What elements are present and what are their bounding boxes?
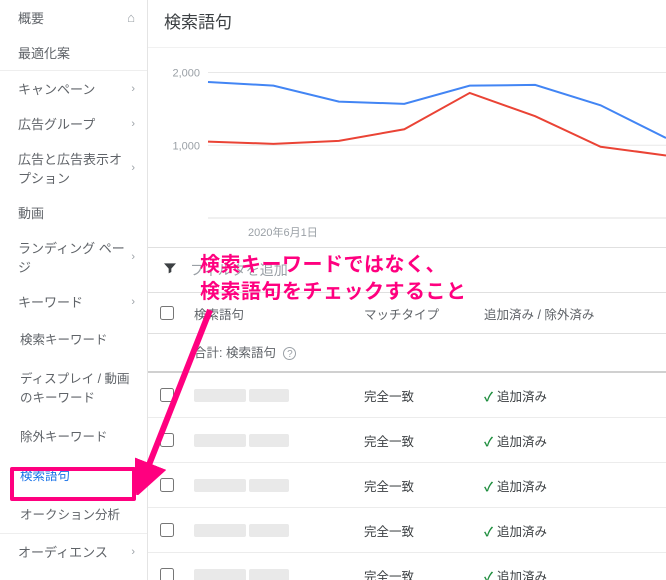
chevron-right-icon: › [131,162,135,174]
row-checkbox[interactable] [160,433,174,447]
sidebar-item-label: オーディエンス [18,542,108,561]
table-row: 完全一致✓追加済み [148,418,666,463]
check-icon: ✓ [484,435,493,449]
sidebar-item-label: ランディング ページ [18,238,131,276]
sidebar-subitem[interactable]: 除外キーワード [0,416,147,455]
sidebar-subitem[interactable]: ディスプレイ / 動画のキーワード [0,358,147,416]
term-cell [186,553,356,580]
match-cell: 完全一致 [356,372,476,418]
match-cell: 完全一致 [356,553,476,580]
check-icon: ✓ [484,570,493,580]
svg-text:2020年6月1日: 2020年6月1日 [248,225,318,239]
sidebar-item-label: キャンペーン [18,79,95,98]
status-cell: ✓追加済み [476,418,666,463]
check-icon: ✓ [484,525,493,539]
table-row: 完全一致✓追加済み [148,372,666,418]
sidebar-item[interactable]: 動画 [0,195,147,230]
chart: 1,000 2,000 2020年6月1日 [148,47,666,247]
help-icon[interactable]: ? [283,347,296,360]
chevron-right-icon: › [131,546,135,558]
table-row: 完全一致✓追加済み [148,508,666,553]
status-cell: ✓追加済み [476,463,666,508]
term-cell [186,463,356,508]
sidebar-item[interactable]: ランディング ページ› [0,230,147,284]
sidebar-item[interactable]: キャンペーン › [0,71,147,106]
sidebar-item-label: 広告グループ [18,114,95,133]
chevron-right-icon: › [131,251,135,263]
row-checkbox[interactable] [160,388,174,402]
check-icon: ✓ [484,390,493,404]
sidebar-item-label: キーワード [18,292,83,311]
match-cell: 完全一致 [356,418,476,463]
row-checkbox[interactable] [160,478,174,492]
add-filter-button[interactable]: フィルタを追加 [184,260,288,280]
status-cell: ✓追加済み [476,508,666,553]
term-cell [186,372,356,418]
col-header-match[interactable]: マッチタイプ [356,293,476,334]
chevron-right-icon: › [131,296,135,308]
row-checkbox[interactable] [160,523,174,537]
col-header-status[interactable]: 追加済み / 除外済み [476,293,666,334]
row-checkbox[interactable] [160,568,174,580]
sidebar-item[interactable]: 広告グループ › [0,106,147,141]
filter-bar: フィルタを追加 [148,247,666,293]
home-icon: ⌂ [127,10,135,25]
sidebar-item-label: 最適化案 [18,43,70,62]
match-cell: 完全一致 [356,463,476,508]
check-icon: ✓ [484,480,493,494]
total-label: 合計: 検索語句 [194,346,276,360]
results-table: 検索語句 マッチタイプ 追加済み / 除外済み 合計: 検索語句 ? 完全一致✓… [148,293,666,580]
sidebar-item[interactable]: 最適化案 [0,35,147,70]
svg-text:2,000: 2,000 [172,68,200,80]
term-cell [186,508,356,553]
sidebar-subitem[interactable]: 検索語句 [0,455,147,494]
select-all-checkbox[interactable] [160,306,174,320]
term-cell [186,418,356,463]
sidebar-item-label: 概要 [18,8,44,27]
sidebar-item[interactable]: 広告と広告表示オプション› [0,141,147,195]
match-cell: 完全一致 [356,508,476,553]
sidebar-item[interactable]: オーディエンス › [0,534,147,569]
sidebar-item-label: 動画 [18,203,44,222]
sidebar-item[interactable]: 概要 ⌂ [0,0,147,35]
chevron-right-icon: › [131,83,135,95]
col-header-term[interactable]: 検索語句 [186,293,356,334]
sidebar-subitem[interactable]: オークション分析 [0,494,147,533]
filter-icon[interactable] [156,260,184,281]
sidebar-item[interactable]: キーワード › [0,284,147,319]
sidebar: 概要⌂最適化案キャンペーン›広告グループ›広告と広告表示オプション›動画ランディ… [0,0,148,580]
svg-text:1,000: 1,000 [172,140,200,152]
status-cell: ✓追加済み [476,553,666,580]
status-cell: ✓追加済み [476,372,666,418]
sidebar-subitem[interactable]: 検索キーワード [0,319,147,358]
main: 検索語句 1,000 2,000 2020年6月1日 フィルタを追加 検索語句 マッ… [148,0,666,580]
sidebar-item-label: 広告と広告表示オプション [18,149,131,187]
table-total-row: 合計: 検索語句 ? [148,334,666,373]
table-row: 完全一致✓追加済み [148,463,666,508]
chevron-right-icon: › [131,118,135,130]
table-row: 完全一致✓追加済み [148,553,666,580]
page-title: 検索語句 [148,0,666,47]
